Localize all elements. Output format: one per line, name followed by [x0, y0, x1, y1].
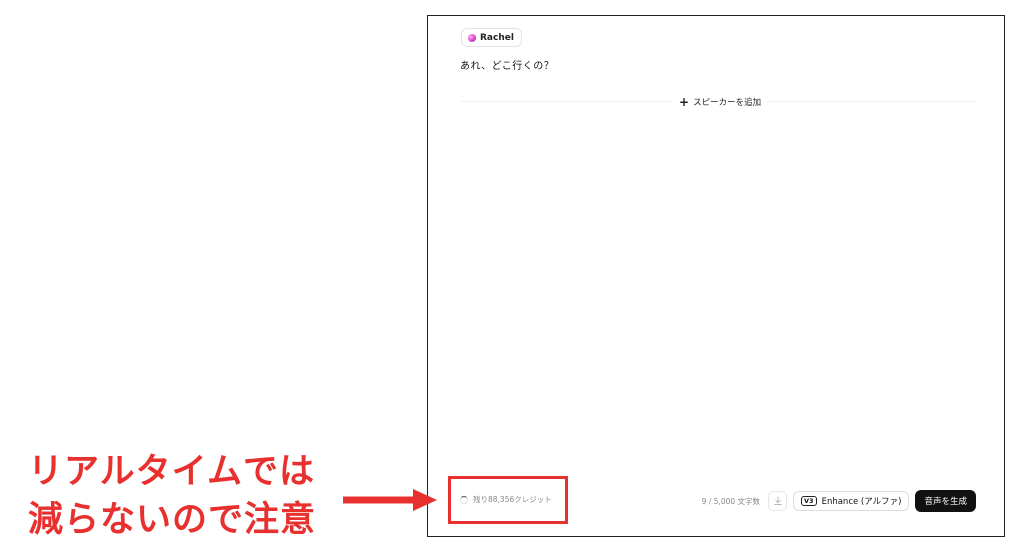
add-speaker-label: スピーカーを追加: [693, 98, 762, 108]
download-button[interactable]: [768, 491, 788, 511]
arrow-right-icon: [343, 489, 437, 511]
v3-badge: V3: [801, 496, 817, 506]
enhance-button[interactable]: V3 Enhance (アルファ): [793, 491, 910, 511]
speaker-chip[interactable]: Rachel: [461, 28, 522, 47]
speaker-avatar: [468, 33, 476, 42]
annotation-line-1: リアルタイムでは: [28, 452, 315, 492]
enhance-label: Enhance (アルファ): [821, 497, 902, 507]
dialog-text[interactable]: あれ、どこ行くの？: [460, 57, 554, 72]
generate-audio-button[interactable]: 音声を生成: [915, 490, 976, 512]
annotation-line-2: 減らないので注意: [28, 500, 317, 540]
speaker-name: Rachel: [480, 32, 514, 43]
highlight-box: [448, 476, 568, 524]
char-count: 9 / 5,000 文字数: [701, 496, 761, 506]
annotation-text: リアルタイムでは 減らないので注意: [28, 448, 348, 544]
footer-actions: 9 / 5,000 文字数 V3 Enhance (アルファ) 音声を生成: [702, 490, 976, 512]
editor-panel: Rachel あれ、どこ行くの？ + スピーカーを追加 残り88,356クレジッ…: [427, 15, 1005, 537]
add-speaker-button[interactable]: + スピーカーを追加: [673, 95, 768, 109]
plus-icon: +: [679, 95, 690, 109]
download-icon: [773, 496, 782, 505]
